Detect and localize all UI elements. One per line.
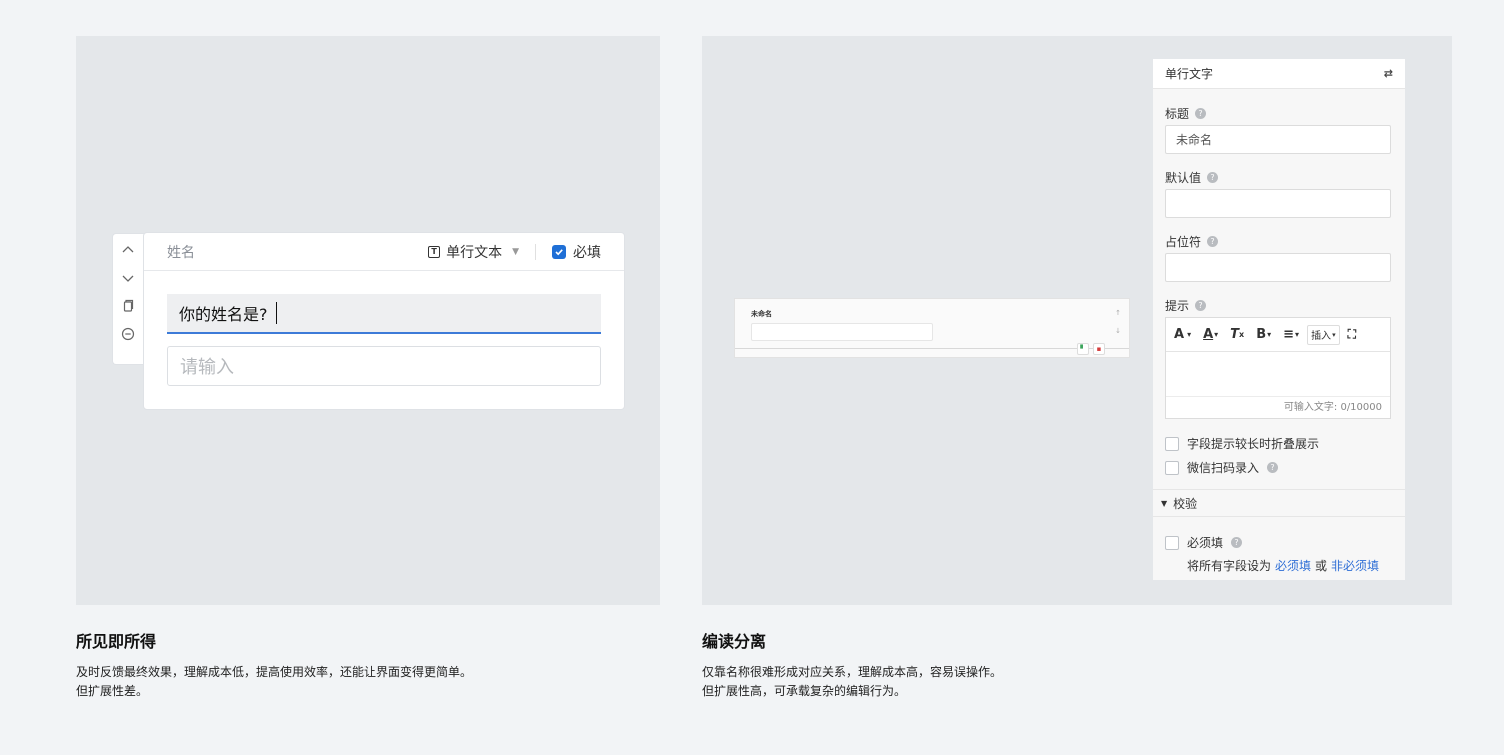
validation-section-header[interactable]: ▼ 校验: [1153, 489, 1405, 517]
set-all-prefix: 将所有字段设为: [1187, 559, 1272, 573]
field-side-toolbar: [112, 233, 144, 365]
set-all-required-link[interactable]: 必须填: [1275, 557, 1311, 574]
required-label: 必须填: [1187, 536, 1224, 550]
answer-input[interactable]: 请输入: [167, 346, 601, 386]
delete-icon[interactable]: ▪: [1093, 343, 1105, 355]
placeholder-label-row: 占位符 ?: [1165, 233, 1219, 250]
copy-icon[interactable]: ▘: [1077, 343, 1089, 355]
arrow-up-icon[interactable]: ↑: [1115, 309, 1121, 317]
char-count: 可输入文字: 0/10000: [1166, 396, 1390, 418]
hint-rich-text-editor[interactable]: A ▾ A ▾ Tx B ▾ ≡ ▾ 插入 ▾ ⛶ 可输入文字: 0/10000: [1165, 317, 1391, 419]
required-label: 必填: [573, 244, 601, 261]
settings-header: 单行文字 ⇄: [1153, 59, 1405, 89]
clear-format-button[interactable]: Tx: [1226, 325, 1248, 345]
move-up-button[interactable]: [113, 238, 143, 262]
left-caption-desc: 及时反馈最终效果，理解成本低，提高使用效率，还能让界面变得更简单。 但扩展性差。: [76, 663, 472, 701]
wechat-scan-option[interactable]: 微信扫码录入 ?: [1165, 459, 1279, 476]
hint-label-row: 提示 ?: [1165, 297, 1207, 314]
remove-field-button[interactable]: [113, 322, 143, 346]
help-icon[interactable]: ?: [1231, 537, 1243, 548]
title-label-row: 标题 ?: [1165, 105, 1207, 122]
hint-label: 提示: [1165, 299, 1190, 313]
preview-field-label: 未命名: [751, 310, 772, 318]
title-label: 标题: [1165, 107, 1190, 121]
question-title-input[interactable]: 你的姓名是?: [167, 294, 601, 334]
left-caption-title: 所见即所得: [76, 632, 157, 651]
chevron-up-icon: [122, 246, 134, 253]
help-icon[interactable]: ?: [1195, 108, 1207, 119]
caret-down-icon: ▼: [512, 246, 519, 257]
right-caption-desc: 仅靠名称很难形成对应关系，理解成本高，容易误操作。 但扩展性高，可承载复杂的编辑…: [702, 663, 1002, 701]
question-title-text: 你的姓名是?: [179, 305, 268, 324]
wechat-scan-checkbox[interactable]: [1165, 460, 1179, 475]
set-all-optional-link[interactable]: 非必须填: [1331, 557, 1379, 574]
help-icon[interactable]: ?: [1207, 172, 1219, 183]
help-icon[interactable]: ?: [1267, 462, 1279, 473]
divider: [735, 348, 1129, 349]
required-checkbox[interactable]: [552, 244, 566, 259]
title-input[interactable]: 未命名: [1165, 125, 1391, 154]
fold-hint-option[interactable]: 字段提示较长时折叠展示: [1165, 435, 1319, 452]
checkmark-icon: [555, 248, 563, 255]
field-settings-panel: 单行文字 ⇄ 标题 ? 未命名 默认值 ? 占位符 ? 提示 ? A ▾ A ▾…: [1153, 59, 1405, 580]
chevron-down-icon: [122, 275, 134, 282]
right-caption-line: 仅靠名称很难形成对应关系，理解成本高，容易误操作。: [702, 665, 1003, 679]
placeholder-input[interactable]: [1165, 253, 1391, 282]
required-option[interactable]: 必须填 ?: [1165, 534, 1243, 551]
field-name[interactable]: 姓名: [167, 242, 428, 262]
left-caption-line: 及时反馈最终效果，理解成本低，提高使用效率，还能让界面变得更简单。: [76, 665, 473, 679]
bold-button[interactable]: B ▾: [1252, 325, 1275, 345]
default-label: 默认值: [1165, 171, 1202, 185]
help-icon[interactable]: ?: [1195, 300, 1207, 311]
remove-icon: [121, 327, 135, 341]
required-checkbox[interactable]: [1165, 535, 1179, 550]
fold-hint-label: 字段提示较长时折叠展示: [1187, 437, 1320, 451]
placeholder-label: 占位符: [1165, 235, 1202, 249]
title-value: 未命名: [1176, 133, 1213, 147]
copy-field-button[interactable]: [113, 294, 143, 318]
preview-field-input[interactable]: [751, 323, 933, 341]
insert-button[interactable]: 插入 ▾: [1307, 324, 1340, 345]
field-card-header: 姓名 T 单行文本 ▼ 必填: [144, 233, 624, 271]
left-caption-line: 但扩展性差。: [76, 684, 149, 698]
required-toggle[interactable]: 必填: [552, 242, 601, 262]
arrow-down-icon[interactable]: ↓: [1115, 327, 1121, 335]
text-cursor: [275, 302, 277, 324]
rich-text-toolbar: A ▾ A ▾ Tx B ▾ ≡ ▾ 插入 ▾ ⛶: [1166, 318, 1390, 352]
set-all-fields-row: 将所有字段设为 必须填 或 非必须填: [1187, 557, 1379, 574]
form-preview[interactable]: 未命名 ↑ ↓ ▘ ▪: [734, 298, 1130, 358]
copy-icon: [123, 299, 134, 312]
font-size-button[interactable]: A ▾: [1170, 325, 1195, 345]
default-value-input[interactable]: [1165, 189, 1391, 218]
align-button[interactable]: ≡ ▾: [1279, 325, 1303, 345]
right-caption-title: 编读分离: [702, 632, 767, 651]
field-type-select[interactable]: T 单行文本 ▼: [428, 242, 519, 262]
field-card[interactable]: 姓名 T 单行文本 ▼ 必填 你的姓名是? 请输入: [143, 232, 625, 410]
fullscreen-icon[interactable]: ⛶: [1344, 325, 1360, 345]
answer-placeholder: 请输入: [180, 357, 234, 378]
help-icon[interactable]: ?: [1207, 236, 1219, 247]
font-color-button[interactable]: A ▾: [1199, 325, 1222, 345]
fold-hint-checkbox[interactable]: [1165, 436, 1179, 451]
or-text: 或: [1315, 559, 1328, 573]
move-down-button[interactable]: [113, 266, 143, 290]
right-caption-line: 但扩展性高，可承载复杂的编辑行为。: [702, 684, 907, 698]
validation-section-title: 校验: [1173, 496, 1198, 511]
switch-type-icon[interactable]: ⇄: [1384, 67, 1393, 80]
caret-down-icon: ▼: [1161, 498, 1168, 508]
text-type-icon: T: [428, 245, 441, 258]
default-label-row: 默认值 ?: [1165, 169, 1219, 186]
settings-title: 单行文字: [1165, 67, 1214, 81]
wechat-scan-label: 微信扫码录入: [1187, 461, 1260, 475]
field-type-label: 单行文本: [446, 244, 503, 261]
divider: [535, 243, 536, 260]
